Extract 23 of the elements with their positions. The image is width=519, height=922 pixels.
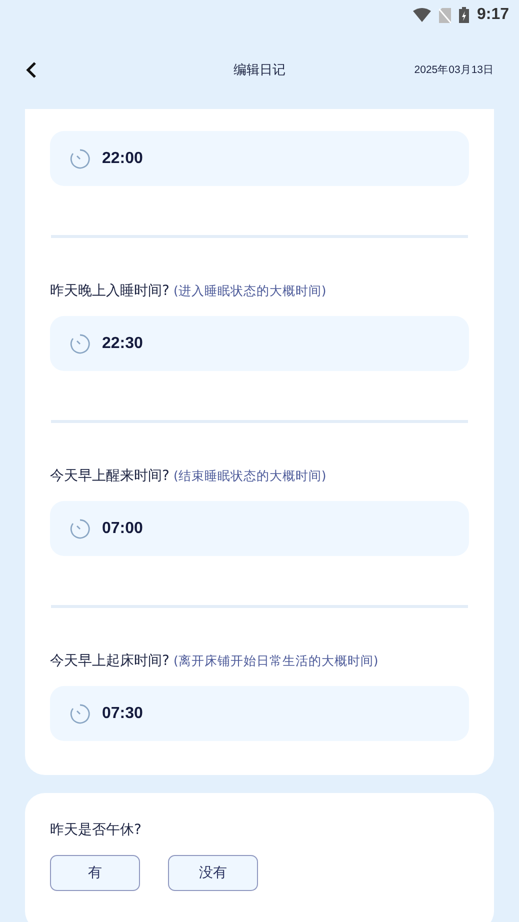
time-field[interactable]: 07:00 [50, 501, 469, 556]
battery-charging-icon [458, 7, 469, 23]
question-label: 今天早上起床时间? [50, 652, 170, 670]
clock-icon [70, 334, 90, 354]
page-title: 编辑日记 [234, 62, 286, 78]
status-time: 9:17 [476, 6, 509, 24]
clock-icon [70, 704, 90, 724]
clock-icon [70, 518, 90, 538]
option-button[interactable]: 有 [50, 855, 140, 891]
time-field[interactable]: 22:00 [50, 131, 469, 186]
question-label: 昨天是否午休? [50, 821, 142, 839]
no-sim-icon [438, 8, 451, 22]
option-button[interactable]: 没有 [168, 855, 258, 891]
clock-icon [70, 148, 90, 168]
diary-date: 2025年03月13日 [414, 62, 494, 76]
question-hint: (离开床铺开始日常生活的大概时间) [173, 653, 378, 670]
time-field[interactable]: 22:30 [50, 316, 469, 371]
question-hint: (结束睡眠状态的大概时间) [173, 468, 326, 485]
time-field[interactable]: 07:30 [50, 686, 469, 741]
question-hint: (进入睡眠状态的大概时间) [173, 283, 326, 300]
question-label: 今天早上醒来时间? [50, 467, 170, 485]
question-label: 昨天晚上入睡时间? [50, 282, 170, 300]
wifi-icon [412, 8, 431, 22]
